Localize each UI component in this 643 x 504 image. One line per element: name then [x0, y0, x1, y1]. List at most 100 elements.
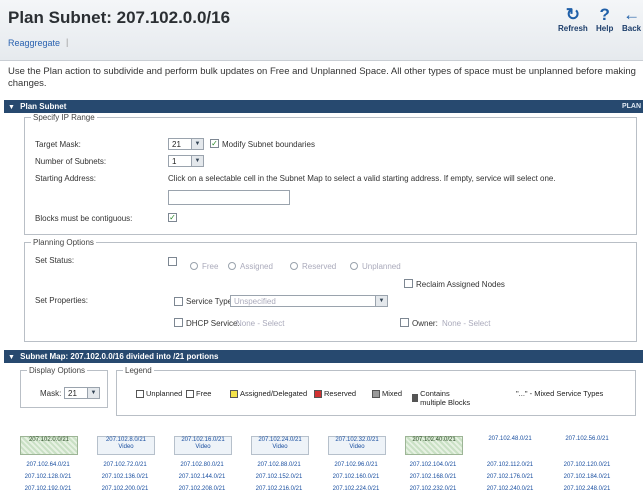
subnet-cell[interactable]: 207.102.8.0/21 Video [97, 436, 155, 455]
subnet-cell[interactable]: 207.102.224.0/21 [328, 486, 384, 493]
service-type-checkbox[interactable] [174, 297, 183, 306]
dhcp-service-label: DHCP Service: [186, 319, 240, 328]
display-options-legend: Display Options [29, 366, 86, 375]
modify-boundaries-label: Modify Subnet boundaries [222, 140, 315, 149]
subnet-cell[interactable]: 207.102.128.0/21 [20, 474, 76, 481]
subnet-cell[interactable]: 207.102.184.0/21 [559, 474, 615, 481]
subnet-cell-address: 207.102.32.0/21 [335, 437, 379, 443]
subnet-cell[interactable]: 207.102.144.0/21 [174, 474, 230, 481]
legend-swatch [314, 389, 322, 398]
subnet-cell[interactable]: 207.102.192.0/21 [20, 486, 76, 493]
subnet-cell-address: 207.102.136.0/21 [101, 474, 149, 480]
status-radio-assigned[interactable] [228, 262, 236, 270]
legend-item: Assigned/Delegated [230, 389, 307, 398]
subnet-cell-address: 207.102.56.0/21 [565, 436, 609, 442]
subnet-cell[interactable]: 207.102.248.0/21 [559, 486, 615, 493]
subnet-cell[interactable]: 207.102.32.0/21 Video [328, 436, 386, 455]
subnet-cell-address: 207.102.240.0/21 [486, 486, 534, 492]
contiguous-checkbox[interactable]: ✓ [168, 213, 177, 222]
owner-select-link[interactable]: None - Select [442, 319, 490, 328]
subnet-cell-address: 207.102.200.0/21 [101, 486, 149, 492]
specify-ip-range-legend: Specify IP Range [33, 113, 95, 122]
subnet-cell-address: 207.102.128.0/21 [24, 474, 72, 480]
legend-item: Unplanned [136, 389, 182, 398]
legend-swatch [372, 389, 380, 398]
subnet-cell[interactable]: 207.102.152.0/21 [251, 474, 307, 481]
subnet-map-bar[interactable]: ▼ Subnet Map: 207.102.0.0/16 divided int… [4, 350, 643, 363]
reaggregate-link[interactable]: Reaggregate [8, 38, 60, 48]
page-title: Plan Subnet: 207.102.0.0/16 [8, 8, 231, 27]
collapse-triangle-icon: ▼ [8, 104, 15, 111]
subnet-cell-address: 207.102.248.0/21 [563, 486, 611, 492]
starting-address-input[interactable] [168, 190, 290, 205]
planning-options-group: Planning Options [24, 238, 637, 342]
set-status-checkbox[interactable] [168, 257, 177, 266]
subnet-cell[interactable]: 207.102.48.0/21 [482, 436, 538, 443]
back-button[interactable]: ← Back [622, 5, 641, 34]
help-button[interactable]: ? Help [596, 5, 613, 34]
subnet-cell-address: 207.102.192.0/21 [24, 486, 72, 492]
subnet-cell-address: 207.102.112.0/21 [486, 462, 534, 468]
map-mask-select[interactable]: 21 ▼ [64, 387, 100, 399]
subnet-cell-address: 207.102.208.0/21 [178, 486, 226, 492]
subnet-cell[interactable]: 207.102.176.0/21 [482, 474, 538, 481]
subnet-cell[interactable]: 207.102.96.0/21 [328, 462, 384, 469]
target-mask-select[interactable]: 21 ▼ [168, 138, 204, 150]
subnet-cell[interactable]: 207.102.136.0/21 [97, 474, 153, 481]
legend-label: Reserved [324, 389, 357, 398]
subnet-cell[interactable]: 207.102.208.0/21 [174, 486, 230, 493]
subnet-cell[interactable]: 207.102.16.0/21 Video [174, 436, 232, 455]
subnet-cell[interactable]: 207.102.232.0/21 [405, 486, 461, 493]
modify-boundaries-checkbox[interactable]: ✓ [210, 139, 219, 148]
chevron-down-icon: ▼ [191, 139, 203, 149]
subnet-cell[interactable]: 207.102.64.0/21 [20, 462, 76, 469]
legend-label: Free [196, 389, 212, 398]
subnet-cell-address: 207.102.16.0/21 [181, 437, 225, 443]
subnet-cell[interactable]: 207.102.216.0/21 [251, 486, 307, 493]
subnet-cell-address: 207.102.144.0/21 [178, 474, 226, 480]
owner-checkbox[interactable] [400, 318, 409, 327]
subnet-cell[interactable]: 207.102.0.0/21 [20, 436, 78, 455]
reclaim-nodes-checkbox[interactable] [404, 279, 413, 288]
subnet-cell[interactable]: 207.102.24.0/21 Video [251, 436, 309, 455]
subnet-cell[interactable]: 207.102.120.0/21 [559, 462, 615, 469]
status-radio-unplanned[interactable] [350, 262, 358, 270]
subnet-cell[interactable]: 207.102.56.0/21 [559, 436, 615, 443]
status-label-reserved: Reserved [302, 262, 337, 271]
number-of-subnets-select[interactable]: 1 ▼ [168, 155, 204, 167]
plan-subnet-bar[interactable]: ▼ Plan Subnet PLAN [4, 100, 643, 113]
target-mask-value: 21 [172, 140, 181, 149]
legend-item: Contains multiple Blocks [412, 389, 476, 407]
plan-subnet-bar-label: Plan Subnet [20, 102, 67, 111]
help-icon: ? [599, 5, 610, 24]
refresh-button[interactable]: ↻ Refresh [558, 6, 588, 34]
subnet-cell[interactable]: 207.102.80.0/21 [174, 462, 230, 469]
subnet-cell[interactable]: 207.102.104.0/21 [405, 462, 461, 469]
status-radio-free[interactable] [190, 262, 198, 270]
subnet-cell[interactable]: 207.102.88.0/21 [251, 462, 307, 469]
subnet-cell-address: 207.102.104.0/21 [409, 462, 457, 468]
subnet-cell[interactable]: 207.102.72.0/21 [97, 462, 153, 469]
back-arrow-icon: ← [623, 5, 641, 24]
intro-text: Use the Plan action to subdivide and per… [8, 66, 636, 89]
subnet-cell[interactable]: 207.102.200.0/21 [97, 486, 153, 493]
legend-swatch [136, 389, 144, 398]
subnet-cell[interactable]: 207.102.112.0/21 [482, 462, 538, 469]
subnet-cell[interactable]: 207.102.240.0/21 [482, 486, 538, 493]
status-radio-reserved[interactable] [290, 262, 298, 270]
subnet-cell-address: 207.102.152.0/21 [255, 474, 303, 480]
subnet-cell[interactable]: 207.102.160.0/21 [328, 474, 384, 481]
subnet-cell-address: 207.102.24.0/21 [258, 437, 302, 443]
subnet-cell[interactable]: 207.102.40.0/21 [405, 436, 463, 455]
subnet-cell[interactable]: 207.102.168.0/21 [405, 474, 461, 481]
legend-title: Legend [125, 366, 152, 375]
subnet-cell-address: 207.102.40.0/21 [412, 437, 456, 443]
subnet-cell-address: 207.102.72.0/21 [103, 462, 147, 468]
chevron-down-icon: ▼ [375, 296, 387, 306]
dhcp-service-select-link[interactable]: None - Select [236, 319, 284, 328]
dhcp-service-checkbox[interactable] [174, 318, 183, 327]
subnet-cell-address: 207.102.168.0/21 [409, 474, 457, 480]
refresh-label: Refresh [558, 24, 588, 33]
service-type-select[interactable]: Unspecified ▼ [230, 295, 388, 307]
starting-address-label: Starting Address: [35, 174, 96, 183]
